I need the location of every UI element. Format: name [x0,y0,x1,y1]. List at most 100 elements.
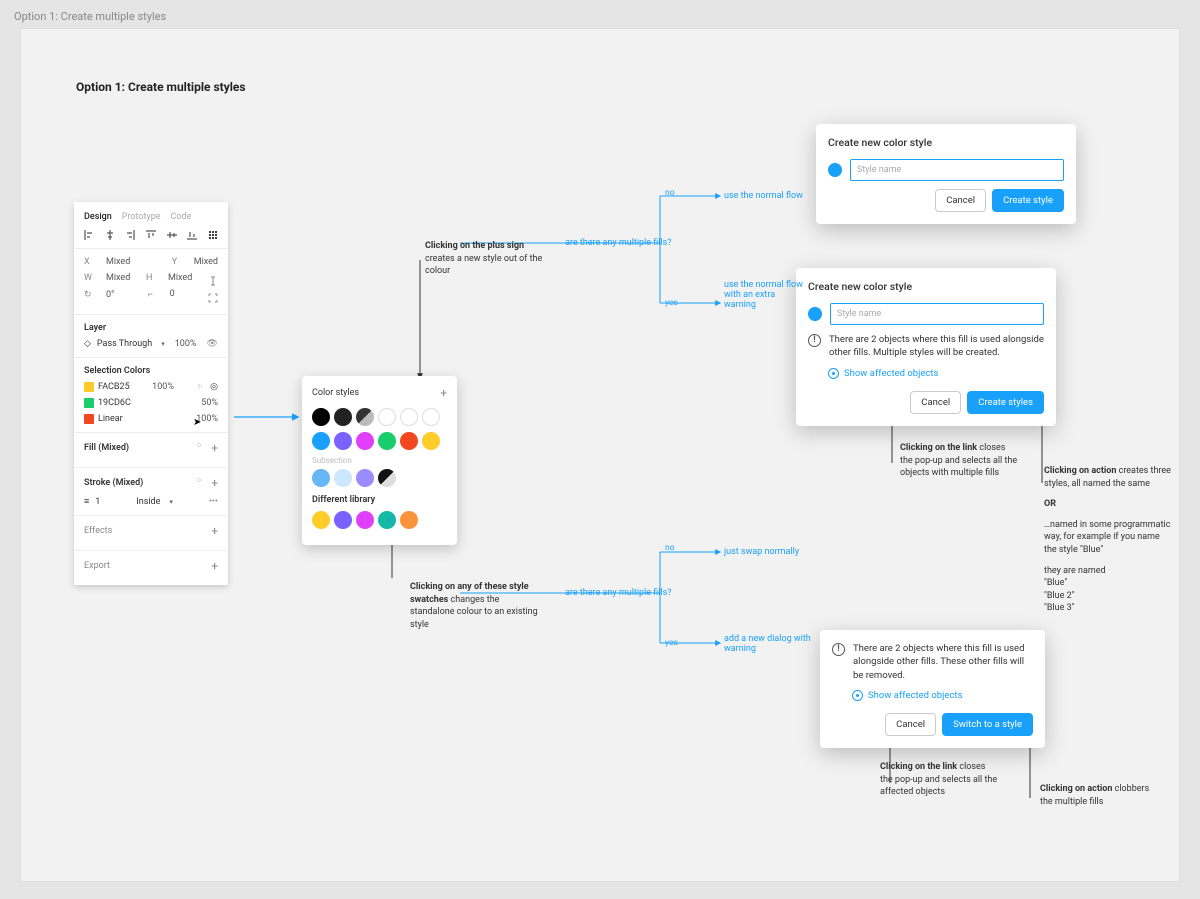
style-name-input[interactable]: Style name [830,303,1044,325]
style-swatch[interactable] [400,432,418,450]
cancel-button[interactable]: Cancel [935,189,986,212]
h-label: H [146,273,154,283]
style-swatch[interactable] [312,432,330,450]
selection-name-0: FACB25 [98,382,130,392]
style-color-preview[interactable] [808,307,822,321]
swatch-facb25[interactable] [84,382,94,392]
stroke-section: Stroke (Mixed) ⁘ + ≡ 1 Inside ••• [74,468,228,516]
flow-question-1: are there any multiple fills? [565,238,672,248]
style-swatch[interactable] [334,511,352,529]
cancel-button[interactable]: Cancel [910,391,961,414]
x-value[interactable]: Mixed [106,257,130,267]
create-styles-button[interactable]: Create styles [967,391,1044,414]
artboard-title: Option 1: Create multiple styles [76,80,246,94]
w-value[interactable]: Mixed [106,273,130,283]
flow-just-swap: just swap normally [724,547,799,557]
canvas-tab-title: Option 1: Create multiple styles [14,10,166,23]
align-vcenter-icon[interactable] [167,230,177,240]
h-value[interactable]: Mixed [168,273,192,283]
style-swatch[interactable] [422,432,440,450]
artboard: Option 1: Create multiple styles Design … [20,28,1180,882]
style-color-preview[interactable] [828,163,842,177]
stroke-styles-icon[interactable]: ⁘ [195,476,203,490]
style-swatch[interactable] [378,432,396,450]
style-swatch[interactable] [378,469,396,487]
flow-use-normal-warn: use the normal flow with an extra warnin… [724,280,809,310]
style-swatch[interactable] [312,469,330,487]
styles-row-sub [312,469,447,487]
flow-yes: yes [665,298,678,308]
target-icon [852,690,863,701]
stroke-title: Stroke (Mixed) [84,478,143,488]
warning-icon: ! [808,334,821,347]
style-target-icon[interactable]: ◎ [210,382,218,392]
style-swatch[interactable] [334,432,352,450]
warning-text: There are 2 objects where this fill is u… [853,642,1033,682]
effects-title: Effects [84,526,112,536]
align-bottom-icon[interactable] [187,230,197,240]
dialog-title: Create new color style [808,280,1044,293]
y-value[interactable]: Mixed [194,257,218,267]
detach-icon[interactable]: ⁘ [196,382,204,392]
note-action-2: Clicking on action clobbers the multiple… [1040,783,1160,808]
show-affected-link[interactable]: Show affected objects [828,368,1044,379]
style-name-input[interactable]: Style name [850,159,1064,181]
align-top-icon[interactable] [146,230,156,240]
blend-mode[interactable]: ◇ Pass Through [84,339,165,349]
selection-opacity-0[interactable]: 100% [152,382,174,392]
style-swatch[interactable] [356,432,374,450]
alignment-row [74,230,228,249]
create-style-plus-icon[interactable]: + [440,386,447,400]
fill-title: Fill (Mixed) [84,443,129,453]
add-fill-icon[interactable]: + [211,441,218,455]
rotation-value[interactable]: 0° [106,290,114,300]
y-label: Y [172,257,180,267]
switch-style-button[interactable]: Switch to a style [942,713,1033,736]
add-stroke-icon[interactable]: + [211,476,218,490]
constrain-icon[interactable] [208,276,218,286]
selection-name-2: Linear [98,414,123,424]
style-swatch[interactable] [356,511,374,529]
fill-styles-icon[interactable]: ⁘ [195,441,203,455]
tidy-icon[interactable] [208,230,218,240]
swatch-19cd6c[interactable] [84,398,94,408]
align-right-icon[interactable] [125,230,135,240]
style-swatch[interactable] [378,511,396,529]
inspector-panel: Design Prototype Code XMixed YMixed WMix… [74,202,228,585]
expand-icon[interactable] [208,293,218,303]
visibility-icon[interactable]: 👁 [207,339,218,349]
stroke-align[interactable]: Inside [136,497,173,507]
style-swatch[interactable] [312,511,330,529]
add-export-icon[interactable]: + [211,559,218,573]
create-style-button[interactable]: Create style [992,189,1064,212]
tab-code[interactable]: Code [171,212,192,222]
layer-opacity[interactable]: 100% [175,339,197,349]
switch-style-dialog: ! There are 2 objects where this fill is… [820,630,1045,748]
cancel-button[interactable]: Cancel [885,713,936,736]
x-label: X [84,257,92,267]
style-swatch[interactable] [334,408,352,426]
style-swatch[interactable] [378,408,396,426]
style-swatch[interactable] [312,408,330,426]
note-swatch: Clicking on any of these style swatches … [410,581,545,631]
cursor-icon: ➤ [193,417,201,428]
note-action-1: Clicking on action creates three styles,… [1044,465,1174,615]
note-link-2: Clicking on the link closes the pop-up a… [880,761,1000,799]
style-swatch[interactable] [400,511,418,529]
radius-value[interactable]: 0 [170,289,175,300]
style-swatch[interactable] [356,408,374,426]
tab-prototype[interactable]: Prototype [122,212,161,222]
selection-opacity-1[interactable]: 50% [201,398,218,408]
align-left-icon[interactable] [84,230,94,240]
style-swatch[interactable] [400,408,418,426]
tab-design[interactable]: Design [84,212,112,222]
add-effect-icon[interactable]: + [211,524,218,538]
align-hcenter-icon[interactable] [105,230,115,240]
style-swatch[interactable] [422,408,440,426]
stroke-width[interactable]: ≡ 1 [84,496,100,507]
stroke-more-icon[interactable]: ••• [209,497,218,507]
style-swatch[interactable] [334,469,352,487]
style-swatch[interactable] [356,469,374,487]
swatch-linear[interactable] [84,414,94,424]
show-affected-link[interactable]: Show affected objects [852,690,1033,701]
